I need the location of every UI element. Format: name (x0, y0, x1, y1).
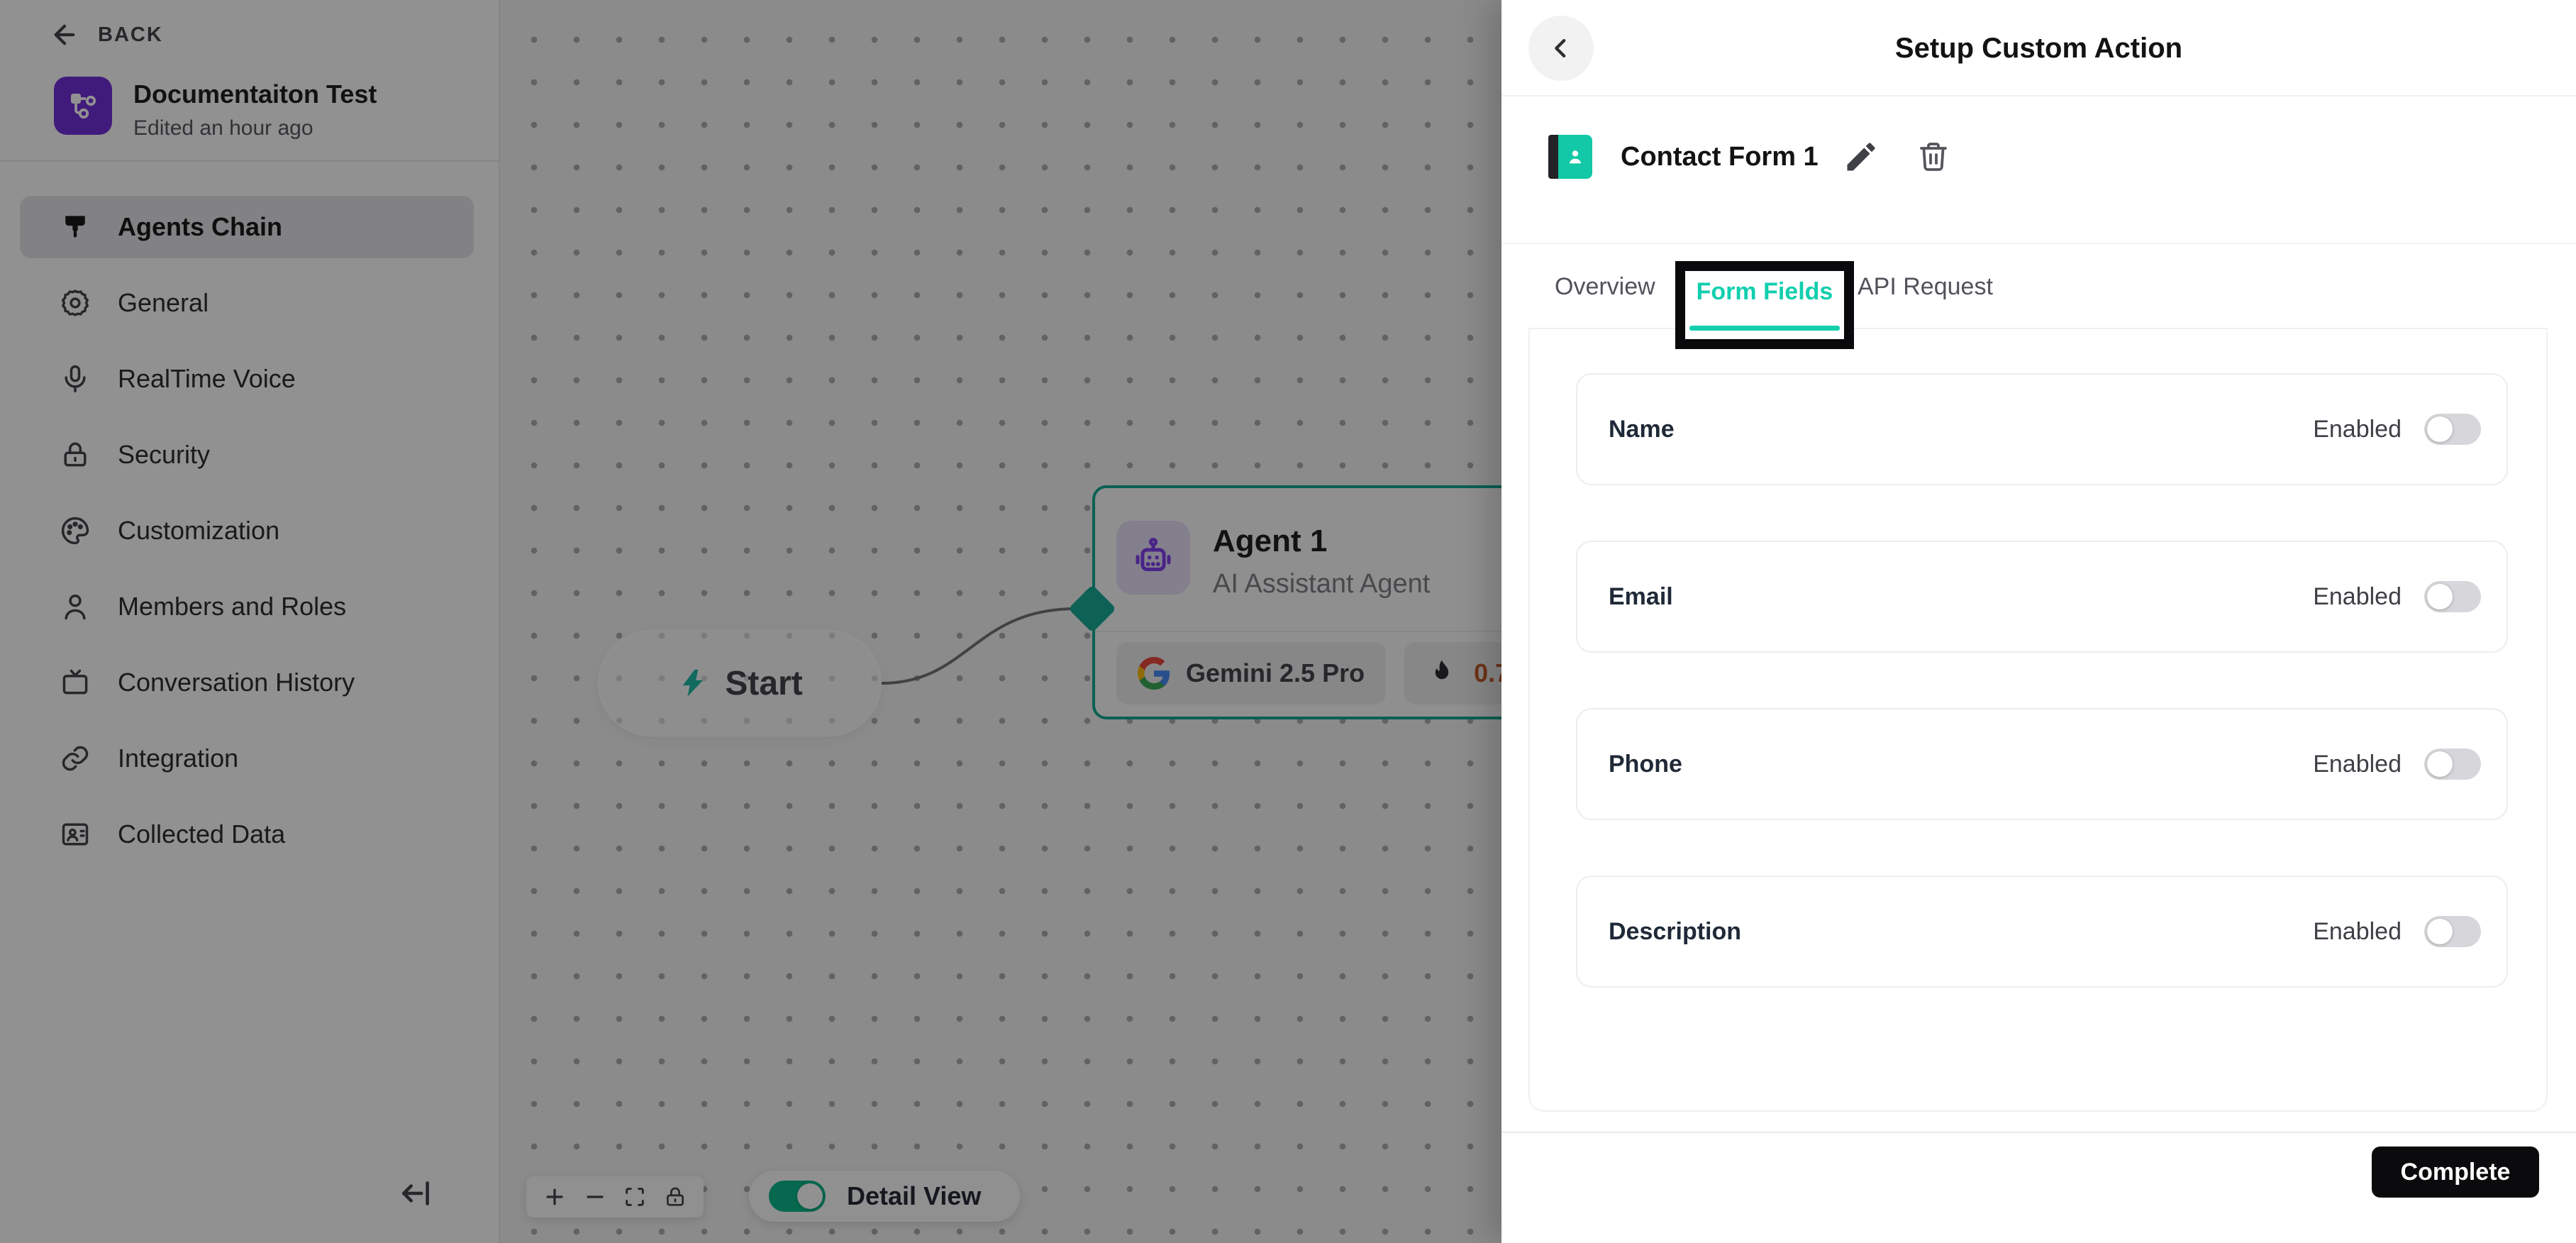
field-status-label: Enabled (2313, 750, 2402, 778)
action-row-divider (1501, 243, 2576, 244)
form-field-row-email: Email Enabled (1576, 541, 2508, 653)
delete-action-button[interactable] (1904, 140, 1950, 174)
active-tab-underline (1689, 326, 1840, 331)
tab-overview[interactable]: Overview (1555, 273, 1655, 301)
complete-button[interactable]: Complete (2372, 1147, 2539, 1198)
field-toggle[interactable] (2424, 414, 2481, 445)
field-label: Name (1609, 415, 1675, 443)
field-status-label: Enabled (2313, 917, 2402, 945)
contact-form-icon (1548, 135, 1592, 179)
tab-api-request[interactable]: API Request (1858, 273, 1993, 301)
panel-title: Setup Custom Action (1894, 33, 2183, 64)
field-label: Email (1609, 582, 1673, 610)
panel-header-divider (1501, 95, 2576, 96)
toggle-knob (2427, 751, 2453, 777)
person-icon (1565, 146, 1586, 167)
field-status-label: Enabled (2313, 582, 2402, 610)
tab-form-fields[interactable]: Form Fields (1697, 278, 1833, 306)
field-toggle[interactable] (2424, 916, 2481, 947)
panel-footer-divider (1501, 1132, 2576, 1133)
form-field-row-description: Description Enabled (1576, 875, 2508, 988)
tab-form-fields-highlight-box[interactable]: Form Fields (1675, 261, 1854, 349)
modal-dim-overlay (0, 0, 1501, 1243)
toggle-knob (2427, 584, 2453, 609)
trash-icon (1916, 140, 1950, 174)
field-label: Phone (1609, 750, 1682, 778)
form-field-row-name: Name Enabled (1576, 373, 2508, 485)
form-field-row-phone: Phone Enabled (1576, 708, 2508, 820)
field-label: Description (1609, 917, 1742, 945)
field-status-label: Enabled (2313, 415, 2402, 443)
app-root: BACK Documentaiton Test Edited an hour a… (0, 0, 2576, 1243)
field-toggle[interactable] (2424, 581, 2481, 612)
field-toggle[interactable] (2424, 748, 2481, 780)
contact-icon-spine (1548, 135, 1558, 179)
action-name: Contact Form 1 (1621, 141, 1819, 172)
action-row: Contact Form 1 (1548, 135, 1950, 179)
pencil-icon (1843, 138, 1880, 175)
toggle-knob (2427, 919, 2453, 944)
toggle-knob (2427, 416, 2453, 442)
contact-icon-body (1558, 135, 1592, 179)
edit-action-button[interactable] (1843, 138, 1880, 175)
setup-custom-action-panel: Setup Custom Action Contact Form 1 Overv… (1501, 0, 2576, 1243)
